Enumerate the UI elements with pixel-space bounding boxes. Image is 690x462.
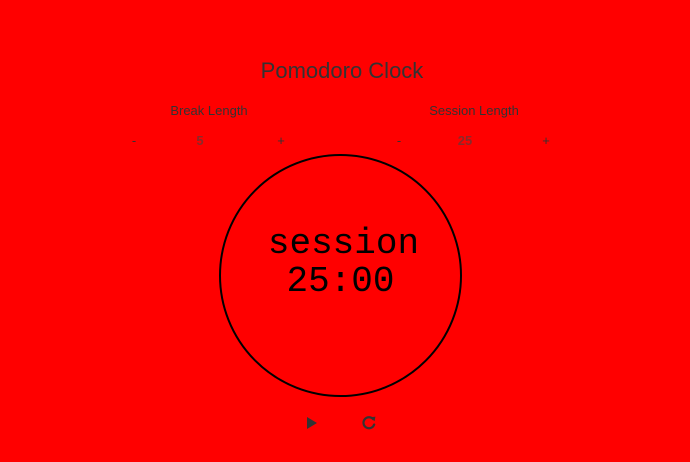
reset-button[interactable]	[360, 414, 378, 432]
play-icon	[307, 417, 317, 429]
break-decrement-button[interactable]: -	[124, 131, 144, 151]
break-length-label: Break Length	[170, 103, 248, 118]
timer-mode-label: session	[267, 223, 420, 264]
play-button[interactable]	[303, 414, 321, 432]
timer-display[interactable]: session 25:00	[219, 154, 462, 397]
session-length-value: 25	[457, 133, 473, 148]
timer-time: 25:00	[286, 261, 395, 302]
session-decrement-button[interactable]: -	[389, 131, 409, 151]
session-length-label: Session Length	[429, 103, 519, 118]
session-increment-button[interactable]: +	[536, 131, 556, 151]
page-title: Pomodoro Clock	[260, 58, 424, 83]
break-length-value: 5	[196, 133, 204, 148]
reset-icon	[362, 416, 376, 430]
break-increment-button[interactable]: +	[271, 131, 291, 151]
